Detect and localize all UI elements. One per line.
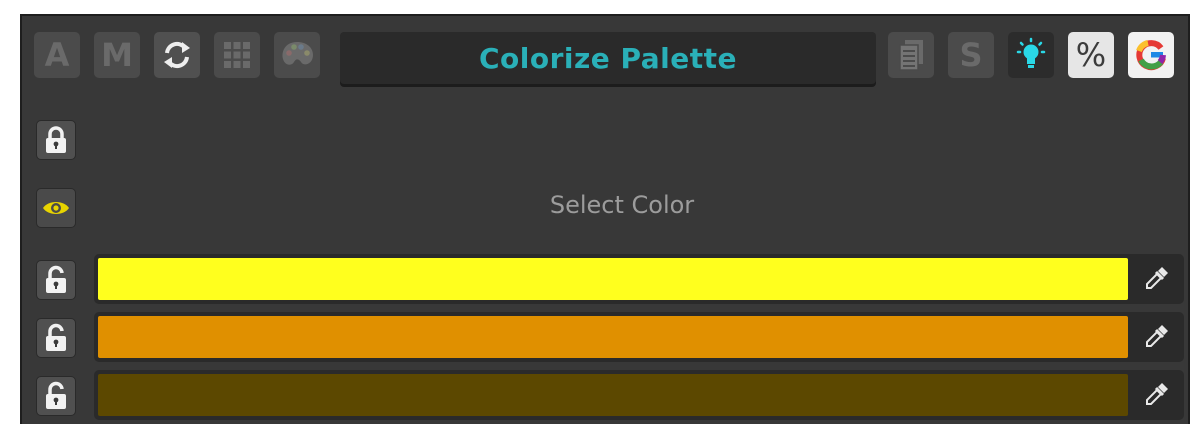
letter-m-icon: M bbox=[101, 36, 133, 74]
percent-icon: % bbox=[1075, 36, 1107, 74]
refresh-icon bbox=[164, 41, 190, 69]
grid-button[interactable] bbox=[214, 32, 260, 78]
letter-a-icon: A bbox=[44, 36, 70, 74]
lock-open-icon bbox=[46, 265, 66, 293]
m-button[interactable]: M bbox=[94, 32, 140, 78]
palette-icon bbox=[282, 42, 313, 65]
color-row-1 bbox=[94, 254, 1184, 304]
select-color-label: Select Color bbox=[549, 191, 695, 219]
refresh-button[interactable] bbox=[154, 32, 200, 78]
color-row-2 bbox=[94, 312, 1184, 362]
document-icon bbox=[899, 40, 923, 71]
lightbulb-button[interactable] bbox=[1008, 32, 1054, 78]
page-title: Colorize Palette bbox=[478, 41, 738, 75]
document-button[interactable] bbox=[888, 32, 934, 78]
lightbulb-icon bbox=[1016, 37, 1046, 68]
visibility-button[interactable] bbox=[36, 188, 76, 228]
lock-open-icon bbox=[46, 381, 66, 409]
eye-icon bbox=[43, 202, 69, 214]
row-1-eyedropper-button[interactable] bbox=[1132, 258, 1180, 300]
eyedropper-icon bbox=[1146, 267, 1168, 289]
color-row-3 bbox=[94, 370, 1184, 420]
lock-closed-icon bbox=[46, 126, 66, 153]
google-button[interactable]: G bbox=[1128, 32, 1174, 78]
color-swatch-2[interactable] bbox=[98, 316, 1128, 358]
row-2-eyedropper-button[interactable] bbox=[1132, 316, 1180, 358]
row-3-eyedropper-button[interactable] bbox=[1132, 374, 1180, 416]
google-icon: G bbox=[1136, 40, 1166, 71]
a-button[interactable]: A bbox=[34, 32, 80, 78]
color-swatch-1[interactable] bbox=[98, 258, 1128, 300]
percent-button[interactable]: % bbox=[1068, 32, 1114, 78]
lock-all-button[interactable] bbox=[36, 120, 76, 160]
eyedropper-icon bbox=[1146, 325, 1168, 347]
grid-icon bbox=[224, 42, 250, 68]
row-2-lock-button[interactable] bbox=[36, 318, 76, 358]
s-button[interactable]: S bbox=[948, 32, 994, 78]
color-swatch-3[interactable] bbox=[98, 374, 1128, 416]
row-3-lock-button[interactable] bbox=[36, 376, 76, 416]
row-1-lock-button[interactable] bbox=[36, 260, 76, 300]
eyedropper-icon bbox=[1146, 383, 1168, 405]
toolbar: A M Colorize Palette S % bbox=[34, 30, 1182, 86]
title-box: Colorize Palette bbox=[340, 32, 876, 84]
lock-open-icon bbox=[46, 323, 66, 351]
colorize-palette-panel: A M Colorize Palette S % Select Color bbox=[20, 14, 1190, 424]
palette-button[interactable] bbox=[274, 32, 320, 78]
letter-s-icon: S bbox=[959, 36, 983, 74]
